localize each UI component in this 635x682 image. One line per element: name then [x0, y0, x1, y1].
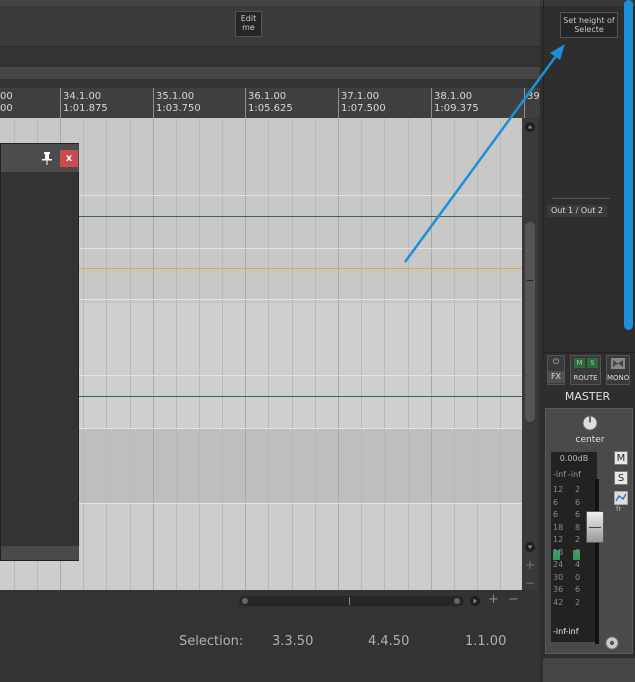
arrow-head-icon — [550, 44, 565, 60]
annotation-arrow — [403, 44, 565, 263]
arrow-line — [403, 55, 558, 263]
